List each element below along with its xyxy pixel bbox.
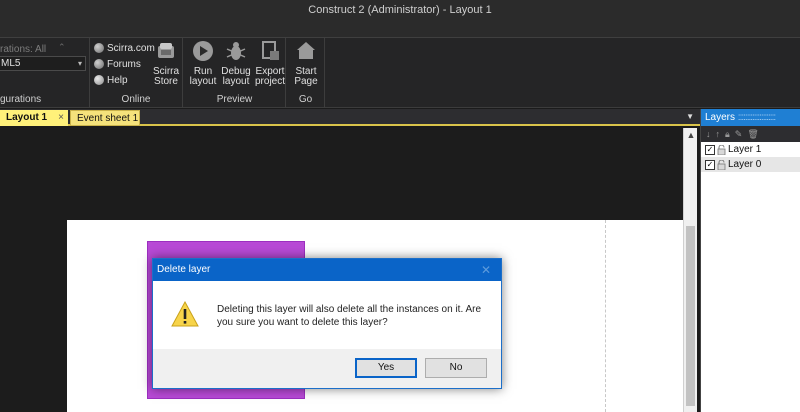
preview-group-label: Preview — [216, 94, 253, 105]
forums-icon — [94, 59, 104, 69]
vertical-scrollbar[interactable]: ▲ — [683, 128, 697, 412]
bug-icon — [226, 42, 246, 60]
debug-layout-label: Debug layout — [221, 66, 251, 87]
export-project-label: Export project — [254, 66, 285, 87]
dialog-title-bar: Delete layer ✕ — [153, 259, 501, 281]
edit-icon[interactable]: ✎ — [735, 129, 743, 140]
scroll-up-icon[interactable]: ▲ — [684, 130, 698, 140]
close-icon[interactable]: ✕ — [481, 259, 491, 281]
help-link[interactable]: Help — [94, 73, 128, 87]
export-project-button[interactable]: Export project — [254, 40, 286, 87]
forums-link[interactable]: Forums — [94, 57, 141, 71]
help-icon — [94, 75, 104, 85]
tab-layout-1[interactable]: Layout 1 × — [0, 110, 68, 126]
delete-icon[interactable]: 🗑︎ — [747, 129, 758, 140]
layers-toolbar: ↓ ↑ 🔒︎ ✎ 🗑︎ — [701, 126, 800, 142]
debug-layout-button[interactable]: Debug layout — [220, 40, 252, 87]
close-icon[interactable]: × — [58, 110, 64, 125]
go-group-label: Go — [298, 94, 313, 105]
tab-event-sheet-1[interactable]: Event sheet 1 — [70, 110, 140, 126]
online-group: Scirra.com Forums Help Scirra Store Onli… — [90, 38, 183, 108]
dialog-body: Deleting this layer will also delete all… — [153, 281, 501, 349]
yes-button[interactable]: Yes — [355, 358, 417, 378]
window-boundary-line — [605, 220, 606, 412]
export-configuration-select[interactable]: ML5 ▾ — [0, 56, 86, 71]
configurations-label: rations: All — [0, 44, 47, 55]
export-configuration-value: ML5 — [1, 58, 21, 69]
run-layout-button[interactable]: Run layout — [188, 40, 218, 87]
export-icon — [262, 41, 279, 60]
ribbon: rations: All ⌃ ML5 ▾ gurations Scirra.co… — [0, 38, 800, 108]
ribbon-header — [0, 20, 800, 38]
move-layer-down-icon[interactable]: ↓ — [706, 129, 711, 139]
layer-row[interactable]: ✓ Layer 1 — [701, 142, 800, 157]
run-layout-label: Run layout — [189, 66, 217, 87]
scirra-link[interactable]: Scirra.com — [94, 41, 155, 55]
lock-icon[interactable]: 🔒︎ — [725, 129, 730, 140]
tab-list-dropdown-icon[interactable]: ▼ — [686, 112, 694, 121]
configurations-arrow-icon[interactable]: ⌃ — [58, 42, 66, 53]
scirra-store-button[interactable]: Scirra Store — [150, 40, 182, 87]
dialog-footer: Yes No — [153, 349, 501, 388]
dialog-title: Delete layer — [157, 264, 211, 275]
unlocked-icon[interactable] — [717, 159, 726, 170]
layer-visible-checkbox[interactable]: ✓ — [705, 144, 715, 155]
layer-name: Layer 1 — [728, 144, 762, 155]
scrollbar-thumb[interactable] — [686, 226, 695, 406]
scirra-icon — [94, 43, 104, 53]
configurations-group: rations: All ⌃ ML5 ▾ gurations — [0, 38, 90, 108]
layers-panel-title-label: Layers — [705, 112, 736, 123]
panel-grip-icon: ::::::::::::::::::::: — [737, 112, 776, 123]
tab-event-sheet-1-label: Event sheet 1 — [77, 113, 139, 124]
title-bar: Construct 2 (Administrator) - Layout 1 — [0, 0, 800, 20]
home-icon — [297, 42, 315, 59]
no-button[interactable]: No — [425, 358, 487, 378]
start-page-label: Start Page — [294, 66, 318, 87]
forums-link-label: Forums — [107, 58, 141, 70]
layers-panel: Layers ::::::::::::::::::::: ↓ ↑ 🔒︎ ✎ 🗑︎… — [700, 109, 800, 412]
online-group-label: Online — [121, 94, 151, 105]
warning-icon — [171, 301, 199, 327]
start-page-button[interactable]: Start Page — [291, 40, 321, 87]
dialog-message: Deleting this layer will also delete all… — [217, 304, 482, 328]
layers-panel-title: Layers ::::::::::::::::::::: — [701, 109, 800, 126]
delete-layer-dialog: Delete layer ✕ Deleting this layer will … — [152, 258, 502, 389]
scirra-store-label: Scirra Store — [152, 66, 180, 87]
window-title: Construct 2 (Administrator) - Layout 1 — [308, 4, 492, 16]
tab-layout-1-label: Layout 1 — [6, 112, 48, 123]
go-group: Start Page Go — [287, 38, 325, 108]
chevron-down-icon: ▾ — [77, 59, 82, 68]
move-layer-up-icon[interactable]: ↑ — [716, 129, 721, 139]
help-link-label: Help — [107, 74, 128, 86]
document-tabbar: Layout 1 × Event sheet 1 ▼ — [0, 109, 700, 126]
layer-visible-checkbox[interactable]: ✓ — [705, 159, 715, 170]
store-icon — [158, 43, 174, 58]
layer-row[interactable]: ✓ Layer 0 — [701, 157, 800, 172]
configurations-group-label: gurations — [0, 94, 42, 105]
unlocked-icon[interactable] — [717, 144, 726, 155]
preview-group: Run layout Debug layout Export project P… — [184, 38, 286, 108]
play-icon — [193, 41, 213, 61]
scirra-link-label: Scirra.com — [107, 42, 155, 54]
layer-name: Layer 0 — [728, 159, 762, 170]
